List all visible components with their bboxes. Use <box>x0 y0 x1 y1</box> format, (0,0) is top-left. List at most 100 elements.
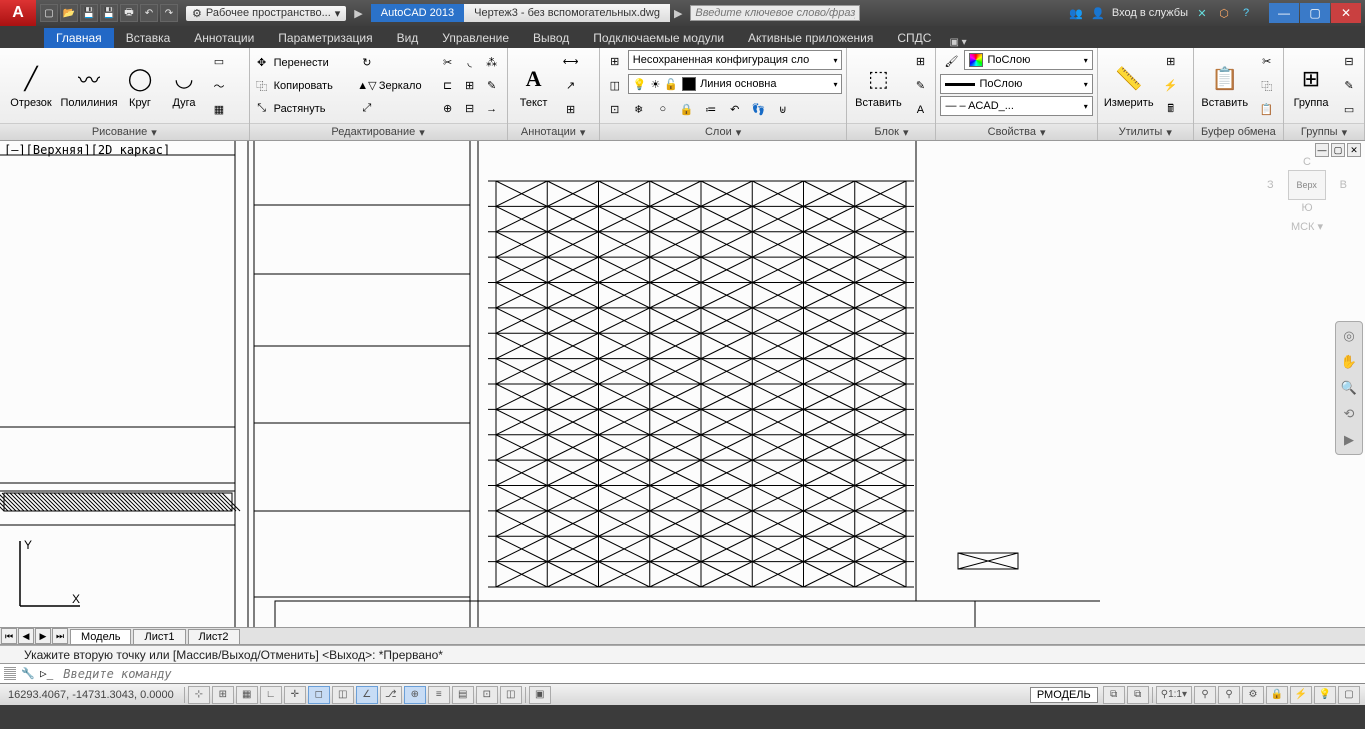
drawing-area[interactable]: [–][Верхняя][2D каркас] — ▢ ✕ <box>0 141 1365 627</box>
quickview-drawings-icon[interactable]: ⧉ <box>1127 686 1149 704</box>
print-icon[interactable]: 🖶 <box>120 4 138 22</box>
viewcube-south[interactable]: Ю <box>1267 202 1347 214</box>
tpy-toggle[interactable]: ▤ <box>452 686 474 704</box>
fillet-button[interactable]: ◟ <box>459 52 481 74</box>
workspace-selector[interactable]: ⚙ Рабочее пространство... ▾ <box>186 6 346 21</box>
app-logo-icon[interactable]: A <box>0 0 36 26</box>
drag-handle-icon[interactable] <box>4 667 16 681</box>
block-attr-button[interactable]: A <box>909 99 931 121</box>
tab-spds[interactable]: СПДС <box>885 28 943 48</box>
explode-button[interactable]: ⁂ <box>481 52 503 74</box>
panel-block-title[interactable]: Блок ▾ <box>847 123 935 140</box>
offset-button[interactable]: ⊏ <box>437 75 459 97</box>
block-edit-button[interactable]: ✎ <box>909 75 931 97</box>
save-icon[interactable]: 💾 <box>80 4 98 22</box>
view-cube[interactable]: С З Верх В Ю МСК ▾ <box>1267 156 1347 276</box>
minimize-button[interactable]: — <box>1269 3 1299 23</box>
polar-toggle[interactable]: ✛ <box>284 686 306 704</box>
tab-home[interactable]: Главная <box>44 28 114 48</box>
ribbon-expand-icon[interactable]: ▣ ▾ <box>949 37 966 48</box>
infer-constraints-toggle[interactable]: ⊹ <box>188 686 210 704</box>
quickview-layouts-icon[interactable]: ⧉ <box>1103 686 1125 704</box>
exchange-icon[interactable]: ✕ <box>1194 5 1210 21</box>
tab-manage[interactable]: Управление <box>430 28 521 48</box>
help-icon[interactable]: ? <box>1238 5 1254 21</box>
play-icon[interactable]: ▶ <box>354 7 362 20</box>
arc-button[interactable]: ◡Дуга <box>164 51 204 121</box>
panel-groups-title[interactable]: Группы ▾ <box>1284 123 1364 140</box>
ungroup-button[interactable]: ⊟ <box>1338 51 1360 73</box>
search-input[interactable] <box>690 5 860 21</box>
spline-button[interactable]: 〜 <box>208 75 230 97</box>
command-line[interactable]: 🔧 ▷_ <box>0 663 1365 683</box>
paste-special-button[interactable]: 📋 <box>1256 99 1278 121</box>
layer-match-button[interactable]: ≔ <box>700 98 722 120</box>
fullnav-wheel-icon[interactable]: ◎ <box>1339 326 1359 346</box>
layout-tab-sheet2[interactable]: Лист2 <box>188 629 240 644</box>
viewport-label[interactable]: [–][Верхняя][2D каркас] <box>4 143 170 157</box>
layer-merge-button[interactable]: ⊎ <box>772 98 794 120</box>
group-edit-button[interactable]: ✎ <box>1338 75 1360 97</box>
showmotion-icon[interactable]: ▶ <box>1339 430 1359 450</box>
people-icon[interactable]: 👥 <box>1068 5 1084 21</box>
panel-draw-title[interactable]: Рисование ▾ <box>0 123 249 140</box>
drawing-canvas[interactable]: Y X <box>0 141 1365 627</box>
join-button[interactable]: ⊕ <box>437 98 459 120</box>
viewcube-west[interactable]: З <box>1267 179 1274 191</box>
isolate-objects-icon[interactable]: 💡 <box>1314 686 1336 704</box>
command-input[interactable] <box>57 667 1365 681</box>
tab-first-icon[interactable]: ⏮ <box>1 628 17 644</box>
viewcube-wcs[interactable]: МСК ▾ <box>1267 220 1347 233</box>
grid-toggle[interactable]: ▦ <box>236 686 258 704</box>
text-button[interactable]: AТекст <box>512 51 556 121</box>
zoom-extents-icon[interactable]: 🔍 <box>1339 378 1359 398</box>
dyn-toggle[interactable]: ⊕ <box>404 686 426 704</box>
redo-icon[interactable]: ↷ <box>160 4 178 22</box>
layer-manager-button[interactable]: ◫ <box>604 74 626 96</box>
calc-button[interactable]: 🖩 <box>1160 99 1182 121</box>
panel-layers-title[interactable]: Слои ▾ <box>600 123 847 140</box>
paste-button[interactable]: 📋Вставить <box>1198 51 1252 121</box>
viewcube-top-face[interactable]: Верх <box>1288 170 1326 200</box>
osnap-toggle[interactable]: ◻ <box>308 686 330 704</box>
copy-clip-button[interactable]: ⿻ <box>1256 75 1278 97</box>
snap-toggle[interactable]: ⊞ <box>212 686 234 704</box>
layer-props-button[interactable]: ⊞ <box>604 50 626 72</box>
layer-lock-button[interactable]: 🔒 <box>676 98 698 120</box>
copy-button[interactable]: ⿻Копировать <box>254 75 355 97</box>
layer-iso-button[interactable]: ⊡ <box>604 98 626 120</box>
circle-button[interactable]: ◯Круг <box>120 51 160 121</box>
panel-modify-title[interactable]: Редактирование ▾ <box>250 123 507 140</box>
wrench-icon[interactable]: 🔧 <box>20 666 36 682</box>
lwt-toggle[interactable]: ≡ <box>428 686 450 704</box>
layer-freeze-button[interactable]: ❄ <box>628 98 650 120</box>
model-space-badge[interactable]: РМОДЕЛЬ <box>1030 687 1098 703</box>
ducs-toggle[interactable]: ⎇ <box>380 686 402 704</box>
layer-off-button[interactable]: ○ <box>652 98 674 120</box>
table-button[interactable]: ⊞ <box>560 99 582 121</box>
select-all-button[interactable]: ⊞ <box>1160 51 1182 73</box>
coordinates-readout[interactable]: 16293.4067, -14731.3043, 0.0000 <box>0 689 182 701</box>
cut-button[interactable]: ✂ <box>1256 51 1278 73</box>
hardware-accel-icon[interactable]: ⚡ <box>1290 686 1312 704</box>
viewcube-north[interactable]: С <box>1267 156 1347 168</box>
mirror-button[interactable]: ▲▽Зеркало <box>359 75 433 97</box>
layout-tab-sheet1[interactable]: Лист1 <box>133 629 185 644</box>
rectangle-button[interactable]: ▭ <box>208 51 230 73</box>
tab-plugins[interactable]: Подключаемые модули <box>581 28 736 48</box>
3dosnap-toggle[interactable]: ◫ <box>332 686 354 704</box>
exchange-apps-icon[interactable]: ⬡ <box>1216 5 1232 21</box>
annotation-visibility-icon[interactable]: ⚲ <box>1194 686 1216 704</box>
break-button[interactable]: ⊟ <box>459 98 481 120</box>
color-dropdown[interactable]: ПоСлою▾ <box>964 50 1092 70</box>
qp-toggle[interactable]: ⊡ <box>476 686 498 704</box>
hatch-button[interactable]: ▦ <box>208 99 230 121</box>
quick-select-button[interactable]: ⚡ <box>1160 75 1182 97</box>
measure-button[interactable]: 📏Измерить <box>1102 51 1156 121</box>
polyline-button[interactable]: 〰Полилиния <box>62 51 116 121</box>
maximize-button[interactable]: ▢ <box>1300 3 1330 23</box>
annotation-autoscale-icon[interactable]: ⚲ <box>1218 686 1240 704</box>
viewcube-east[interactable]: В <box>1340 179 1347 191</box>
dimension-button[interactable]: ⟷ <box>560 51 582 73</box>
scale-button[interactable]: ⤢ <box>359 98 433 120</box>
